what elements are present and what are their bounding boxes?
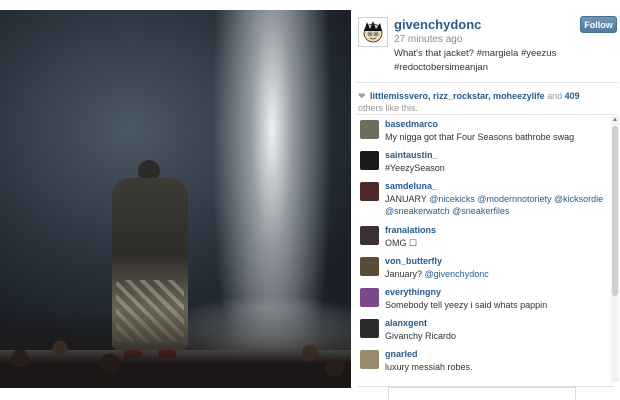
commenter-avatar[interactable] xyxy=(360,288,379,307)
add-comment-bar xyxy=(358,386,614,400)
commenter-avatar[interactable] xyxy=(360,182,379,201)
divider xyxy=(356,82,618,83)
scroll-thumb[interactable] xyxy=(612,126,618,296)
profile-avatar[interactable] xyxy=(358,17,388,47)
comment-item: von_butterfly January? @givenchydonc xyxy=(357,253,609,284)
commenter-avatar[interactable] xyxy=(360,257,379,276)
comment-username[interactable]: franalations xyxy=(385,225,436,235)
post-photo xyxy=(0,10,351,388)
comment-text: January? @givenchydonc xyxy=(385,268,607,280)
divider xyxy=(356,114,618,115)
likers-list[interactable]: littlemissvero, rizz_rockstar, moheezyli… xyxy=(370,91,545,101)
comment-input[interactable] xyxy=(388,387,576,400)
comment-text: JANUARY @nicekicks @modernnotoriety @kic… xyxy=(385,193,607,217)
likes-count[interactable]: 409 xyxy=(565,91,580,101)
likes-suffix: others like this. xyxy=(358,103,419,113)
comment-item: alanxgent Givanchy Ricardo xyxy=(357,315,609,346)
comment-item: samdeluna_ JANUARY @nicekicks @modernnot… xyxy=(357,178,609,222)
comment-item: franalations OMG ☐ xyxy=(357,222,609,253)
comments-scrollbar[interactable]: ▲ xyxy=(611,116,619,382)
comment-username[interactable]: samdeluna_ xyxy=(385,181,437,191)
comment-item: saintaustin_ #YeezySeason xyxy=(357,147,609,178)
scroll-up-arrow-icon[interactable]: ▲ xyxy=(611,116,619,124)
comment-text: luxury messiah robes. xyxy=(385,362,473,372)
comment-text: OMG ☐ xyxy=(385,238,418,248)
comment-item: gnarled luxury messiah robes. xyxy=(357,346,609,377)
post-timestamp: 27 minutes ago xyxy=(394,34,463,45)
comment-username[interactable]: gnarled xyxy=(385,349,418,359)
crowd xyxy=(0,308,351,388)
comment-text: #YeezySeason xyxy=(385,163,445,173)
comment-item: everythingny Somebody tell yeezy i said … xyxy=(357,284,609,315)
post-username[interactable]: givenchydonc xyxy=(394,17,481,32)
commenter-avatar[interactable] xyxy=(360,226,379,245)
comment-text: Givanchy Ricardo xyxy=(385,331,457,341)
likes-summary: ❤ littlemissvero, rizz_rockstar, moheezyl… xyxy=(358,90,613,114)
follow-button[interactable]: Follow xyxy=(580,16,617,33)
comment-username[interactable]: von_butterfly xyxy=(385,256,442,266)
likes-and: and xyxy=(544,91,565,101)
commenter-avatar[interactable] xyxy=(360,120,379,139)
comment-username[interactable]: alanxgent xyxy=(385,318,427,328)
comment-text-prefix: JANUARY xyxy=(385,194,430,204)
comment-text-prefix: January? xyxy=(385,269,425,279)
commenter-avatar[interactable] xyxy=(360,151,379,170)
comment-text: My nigga got that Four Seasons bathrobe … xyxy=(385,132,575,142)
commenter-avatar[interactable] xyxy=(360,350,379,369)
post-caption: What's that jacket? #margiela #yeezus #r… xyxy=(394,48,557,73)
comment-item: basedmarco My nigga got that Four Season… xyxy=(357,116,609,147)
comment-text: Somebody tell yeezy i said whats pappin xyxy=(385,300,548,310)
heart-icon: ❤ xyxy=(358,91,366,101)
astro-boy-avatar-icon xyxy=(363,21,383,43)
comment-username[interactable]: everythingny xyxy=(385,287,441,297)
commenter-avatar[interactable] xyxy=(360,319,379,338)
comment-username[interactable]: basedmarco xyxy=(385,119,438,129)
comment-username[interactable]: saintaustin_ xyxy=(385,150,438,160)
comments-list[interactable]: basedmarco My nigga got that Four Season… xyxy=(357,116,609,382)
comment-mentions[interactable]: @givenchydonc xyxy=(425,269,489,279)
